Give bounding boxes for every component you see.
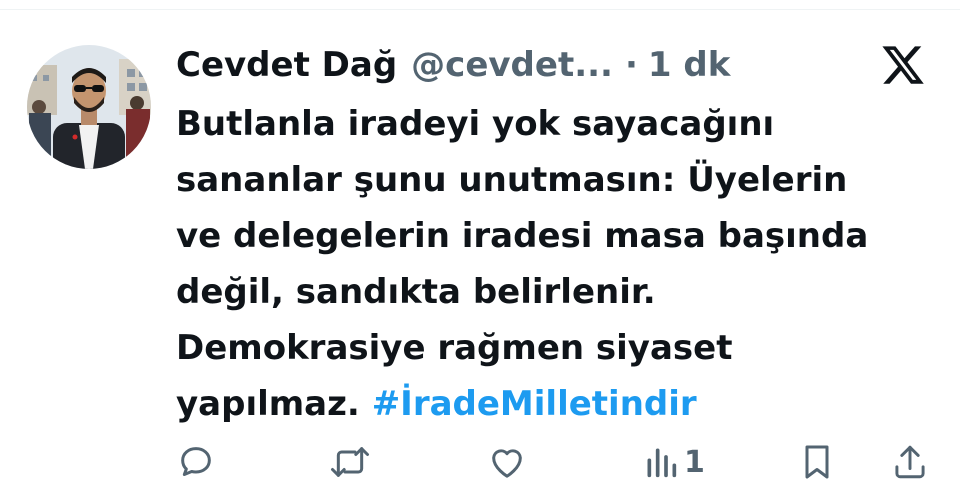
header-separator: · xyxy=(624,45,638,85)
avatar-photo xyxy=(27,45,151,169)
share-icon xyxy=(895,445,925,479)
retweet-button[interactable] xyxy=(328,440,372,484)
tweet-text-last-line: yapılmaz. #İradeMilletindir xyxy=(176,376,936,432)
tweet-text-line: sananlar şunu unutmasın: Üyelerin xyxy=(176,160,848,200)
share-button[interactable] xyxy=(892,440,928,484)
tweet-timestamp[interactable]: 1 dk xyxy=(648,45,730,85)
like-icon xyxy=(492,449,522,478)
x-logo-icon xyxy=(880,42,926,88)
views-icon xyxy=(647,448,677,478)
bookmark-icon xyxy=(805,445,829,479)
reply-icon xyxy=(181,447,211,476)
top-divider xyxy=(0,9,960,10)
like-button[interactable] xyxy=(486,440,528,484)
hashtag-link[interactable]: #İradeMilletindir xyxy=(372,384,697,424)
action-bar: 1 xyxy=(0,440,960,484)
views-button[interactable]: 1 xyxy=(644,440,705,484)
tweet-text-line: ve delegelerin iradesi masa başında xyxy=(176,216,869,256)
tweet-text: Butlanla iradeyi yok sayacağını sananlar… xyxy=(176,96,936,432)
tweet-text-line: Demokrasiye rağmen siyaset xyxy=(176,328,733,368)
tweet-text-line: Butlanla iradeyi yok sayacağını xyxy=(176,104,775,144)
author-display-name[interactable]: Cevdet Dağ xyxy=(176,45,397,85)
tweet-text-line: değil, sandıkta belirlenir. xyxy=(176,272,656,312)
author-handle[interactable]: @cevdet... xyxy=(411,45,613,85)
views-count: 1 xyxy=(684,444,705,480)
reply-button[interactable] xyxy=(176,440,216,484)
tweet-header: Cevdet Dağ @cevdet... · 1 dk xyxy=(176,40,730,90)
retweet-icon xyxy=(331,447,369,477)
bookmark-button[interactable] xyxy=(800,440,834,484)
avatar[interactable] xyxy=(27,45,151,169)
tweet-text-fragment: yapılmaz. xyxy=(176,384,360,424)
